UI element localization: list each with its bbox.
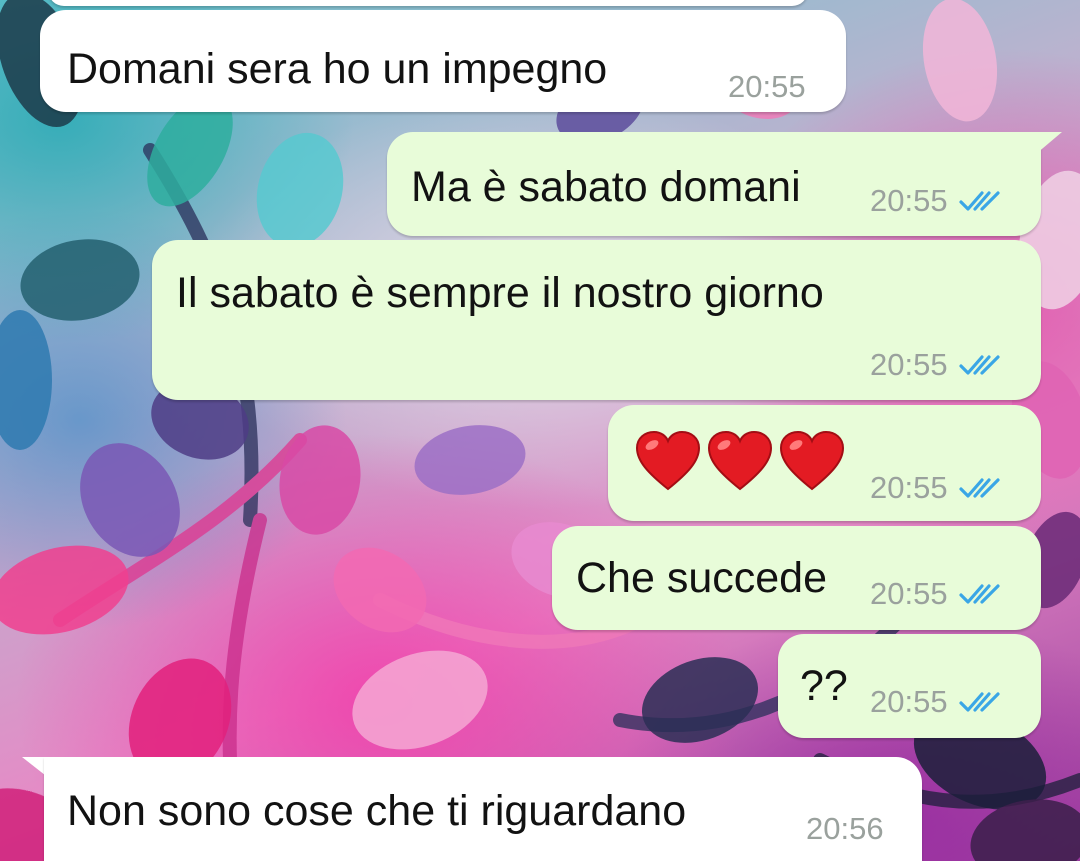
message-time: 20:55 bbox=[728, 69, 806, 104]
outgoing-message[interactable]: Ma è sabato domani 20:55 bbox=[387, 132, 1041, 236]
outgoing-message[interactable]: Che succede 20:55 bbox=[552, 526, 1041, 630]
message-time: 20:55 bbox=[870, 470, 948, 505]
message-text: Domani sera ho un impegno bbox=[67, 45, 608, 93]
message-text: Che succede bbox=[576, 554, 827, 602]
incoming-message[interactable]: Non sono cose che ti riguardano 20:56 bbox=[44, 757, 922, 861]
outgoing-message[interactable]: ?? 20:55 bbox=[778, 634, 1041, 738]
message-meta: 20:56 bbox=[806, 813, 884, 844]
outgoing-message[interactable]: 20:55 bbox=[608, 405, 1041, 521]
message-time: 20:55 bbox=[870, 576, 948, 611]
message-text: ?? bbox=[800, 662, 848, 710]
emoji-row bbox=[634, 429, 846, 493]
message-meta: 20:55 bbox=[870, 185, 1002, 216]
message-time: 20:55 bbox=[870, 684, 948, 719]
message-meta: 20:55 bbox=[870, 686, 1002, 717]
incoming-message[interactable]: Domani sera ho un impegno 20:55 bbox=[40, 10, 846, 112]
red-heart-icon bbox=[779, 430, 845, 491]
read-double-check-icon bbox=[958, 190, 1000, 211]
outgoing-message[interactable]: Il sabato è sempre il nostro giorno 20:5… bbox=[152, 240, 1041, 400]
message-meta: 20:55 bbox=[870, 578, 1002, 609]
read-double-check-icon bbox=[958, 477, 1000, 498]
message-text: Ma è sabato domani bbox=[411, 163, 801, 211]
message-text: Non sono cose che ti riguardano bbox=[67, 787, 687, 835]
read-double-check-icon bbox=[958, 354, 1000, 375]
red-heart-icon bbox=[635, 430, 701, 491]
message-meta: 20:55 bbox=[728, 71, 806, 102]
message-meta: 20:55 bbox=[870, 472, 1002, 503]
message-meta: 20:55 bbox=[870, 349, 1002, 380]
message-time: 20:55 bbox=[870, 183, 948, 218]
read-double-check-icon bbox=[958, 583, 1000, 604]
message-time: 20:55 bbox=[870, 347, 948, 382]
message-text: Il sabato è sempre il nostro giorno bbox=[176, 269, 824, 317]
cut-off-incoming-bubble bbox=[48, 0, 808, 6]
bubble-tail bbox=[1036, 132, 1062, 154]
message-time: 20:56 bbox=[806, 811, 884, 846]
red-heart-icon bbox=[707, 430, 773, 491]
chat-message-list[interactable]: Domani sera ho un impegno 20:55 Ma è sab… bbox=[0, 0, 1080, 861]
read-double-check-icon bbox=[958, 691, 1000, 712]
